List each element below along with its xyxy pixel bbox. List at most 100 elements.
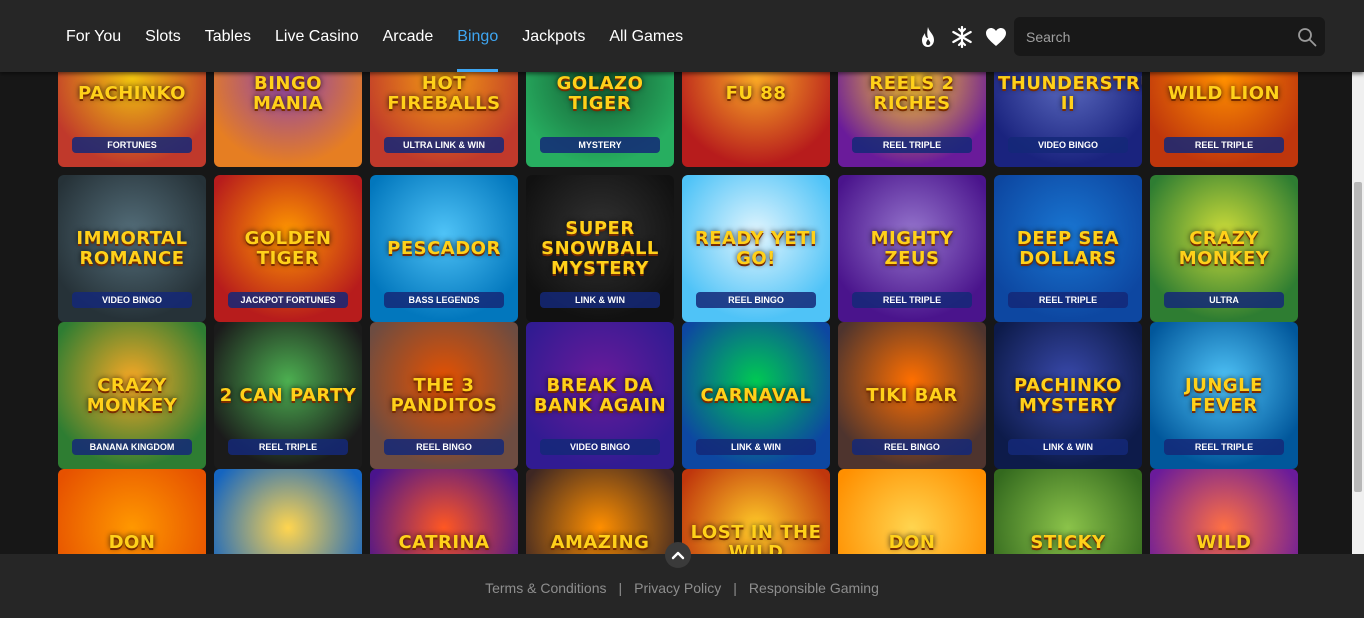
game-subtitle-badge: Reel Triple (1164, 137, 1284, 153)
game-tile[interactable]: 2 Can Party Reel Triple (214, 322, 362, 469)
header-icon-group (916, 24, 1008, 50)
heart-icon[interactable] (984, 24, 1008, 50)
game-tile[interactable]: Don (58, 469, 206, 554)
game-tile[interactable]: Deep Sea Dollars Reel Triple (994, 175, 1142, 322)
nav-tab-jackpots[interactable]: Jackpots (510, 0, 597, 72)
game-title: Mighty Zeus (870, 227, 954, 269)
game-subtitle-badge: Bass Legends (384, 292, 504, 308)
game-title: Immortal Romance (76, 227, 188, 269)
game-tile[interactable]: Don (838, 469, 986, 554)
game-tile[interactable]: Fu 88 (682, 72, 830, 167)
game-subtitle-badge: Banana Kingdom (72, 439, 192, 455)
game-tile[interactable]: Mighty Zeus Reel Triple (838, 175, 986, 322)
nav-tab-slots[interactable]: Slots (133, 0, 193, 72)
game-subtitle-badge: Reel Triple (852, 137, 972, 153)
game-title: Fu 88 (725, 82, 787, 104)
game-subtitle-badge: Reel Triple (1164, 439, 1284, 455)
game-tile[interactable] (214, 469, 362, 554)
game-tile[interactable]: Immortal Romance Video Bingo (58, 175, 206, 322)
game-subtitle-badge: Reel Triple (1008, 292, 1128, 308)
game-tile[interactable]: Crazy Monkey Banana Kingdom (58, 322, 206, 469)
game-tile[interactable]: The 3 Panditos Reel Bingo (370, 322, 518, 469)
nav-tab-arcade[interactable]: Arcade (371, 0, 446, 72)
nav-tab-for-you[interactable]: For You (54, 0, 133, 72)
game-tile[interactable]: Hot Fireballs Ultra Link & Win (370, 72, 518, 167)
game-tile[interactable]: Pachinko Fortunes (58, 72, 206, 167)
game-title: Bingo Mania (252, 72, 324, 114)
game-title: Wild (1196, 531, 1252, 553)
game-subtitle-badge: Reel Bingo (384, 439, 504, 455)
game-tile[interactable]: Jungle Fever Reel Triple (1150, 322, 1298, 469)
footer-link-responsible-gaming[interactable]: Responsible Gaming (749, 580, 879, 596)
game-title: Golazo Tiger (556, 72, 644, 114)
game-title: Hot Fireballs (387, 72, 501, 114)
game-tile[interactable]: Golden Tiger Jackpot Fortunes (214, 175, 362, 322)
game-title: Catrina (398, 531, 490, 553)
flame-icon[interactable] (916, 24, 940, 50)
game-title: Tiki Bar (866, 384, 958, 406)
nav-tab-bingo[interactable]: Bingo (445, 0, 510, 72)
game-subtitle-badge: Link & Win (696, 439, 816, 455)
footer-link-privacy[interactable]: Privacy Policy (634, 580, 721, 596)
nav-tab-live-casino[interactable]: Live Casino (263, 0, 371, 72)
game-subtitle-badge: Jackpot Fortunes (228, 292, 348, 308)
game-title: Deep Sea Dollars (1016, 227, 1120, 269)
game-subtitle-badge: Fortunes (72, 137, 192, 153)
game-title: Ready Yeti Go! (694, 227, 818, 269)
game-tile[interactable]: Pachinko Mystery Link & Win (994, 322, 1142, 469)
game-tile[interactable]: Crazy Monkey Ultra (1150, 175, 1298, 322)
game-subtitle-badge: Mystery (540, 137, 660, 153)
game-title: Pachinko (78, 82, 186, 104)
game-title: Don (888, 531, 936, 553)
chevron-up-icon (671, 551, 685, 560)
footer-separator: | (618, 580, 623, 596)
game-subtitle-badge: Reel Triple (228, 439, 348, 455)
scrollbar-thumb[interactable] (1354, 182, 1362, 492)
game-title: Sticky (1030, 531, 1106, 553)
page-scrollbar[interactable] (1352, 72, 1364, 554)
footer-link-terms[interactable]: Terms & Conditions (485, 580, 606, 596)
nav-tab-tables[interactable]: Tables (193, 0, 263, 72)
game-title: Amazing (550, 531, 650, 553)
game-title: Pescador (387, 237, 501, 259)
game-title: Break da Bank Again (533, 374, 667, 416)
category-nav: For You Slots Tables Live Casino Arcade … (54, 0, 695, 72)
game-tile[interactable]: Thunderstruck II Video Bingo (994, 72, 1142, 167)
game-tile[interactable]: Lost in the Wild (682, 469, 830, 554)
game-tile[interactable]: Ready Yeti Go! Reel Bingo (682, 175, 830, 322)
game-tile[interactable]: Wild (1150, 469, 1298, 554)
game-tile[interactable]: Tiki Bar Reel Bingo (838, 322, 986, 469)
game-tile[interactable]: Break da Bank Again Video Bingo (526, 322, 674, 469)
game-title: Golden Tiger (244, 227, 332, 269)
game-tile[interactable]: Catrina (370, 469, 518, 554)
game-title: The 3 Panditos (390, 374, 498, 416)
snowflake-icon[interactable] (950, 24, 974, 50)
game-tile[interactable]: Super Snowball Mystery Link & Win (526, 175, 674, 322)
nav-tab-all-games[interactable]: All Games (597, 0, 695, 72)
search-icon[interactable] (1297, 27, 1317, 47)
top-navigation-bar: For You Slots Tables Live Casino Arcade … (0, 0, 1364, 72)
game-subtitle-badge: Video Bingo (1008, 137, 1128, 153)
scroll-to-top-button[interactable] (665, 542, 691, 568)
game-tile[interactable]: Reels 2 Riches Reel Triple (838, 72, 986, 167)
game-tile[interactable]: Golazo Tiger Mystery (526, 72, 674, 167)
game-title: Wild Lion (1167, 82, 1281, 104)
game-title: Jungle Fever (1185, 374, 1263, 416)
game-tile[interactable]: Bingo Mania (214, 72, 362, 167)
game-tile[interactable]: Pescador Bass Legends (370, 175, 518, 322)
game-subtitle-badge: Ultra (1164, 292, 1284, 308)
search-input[interactable] (1014, 17, 1284, 56)
footer-links: Terms & Conditions | Privacy Policy | Respon… (0, 580, 1364, 596)
game-tile[interactable]: Wild Lion Reel Triple (1150, 72, 1298, 167)
game-tile[interactable]: Amazing (526, 469, 674, 554)
game-title: Carnaval (700, 384, 812, 406)
footer-separator: | (733, 580, 737, 596)
game-title: Reels 2 Riches (869, 72, 955, 114)
game-subtitle-badge: Video Bingo (540, 439, 660, 455)
game-title: Lost in the Wild (690, 521, 822, 554)
game-tile[interactable]: Sticky (994, 469, 1142, 554)
game-title: Super Snowball Mystery (541, 217, 659, 279)
game-subtitle-badge: Reel Bingo (696, 292, 816, 308)
game-tile[interactable]: Carnaval Link & Win (682, 322, 830, 469)
game-subtitle-badge: Video Bingo (72, 292, 192, 308)
